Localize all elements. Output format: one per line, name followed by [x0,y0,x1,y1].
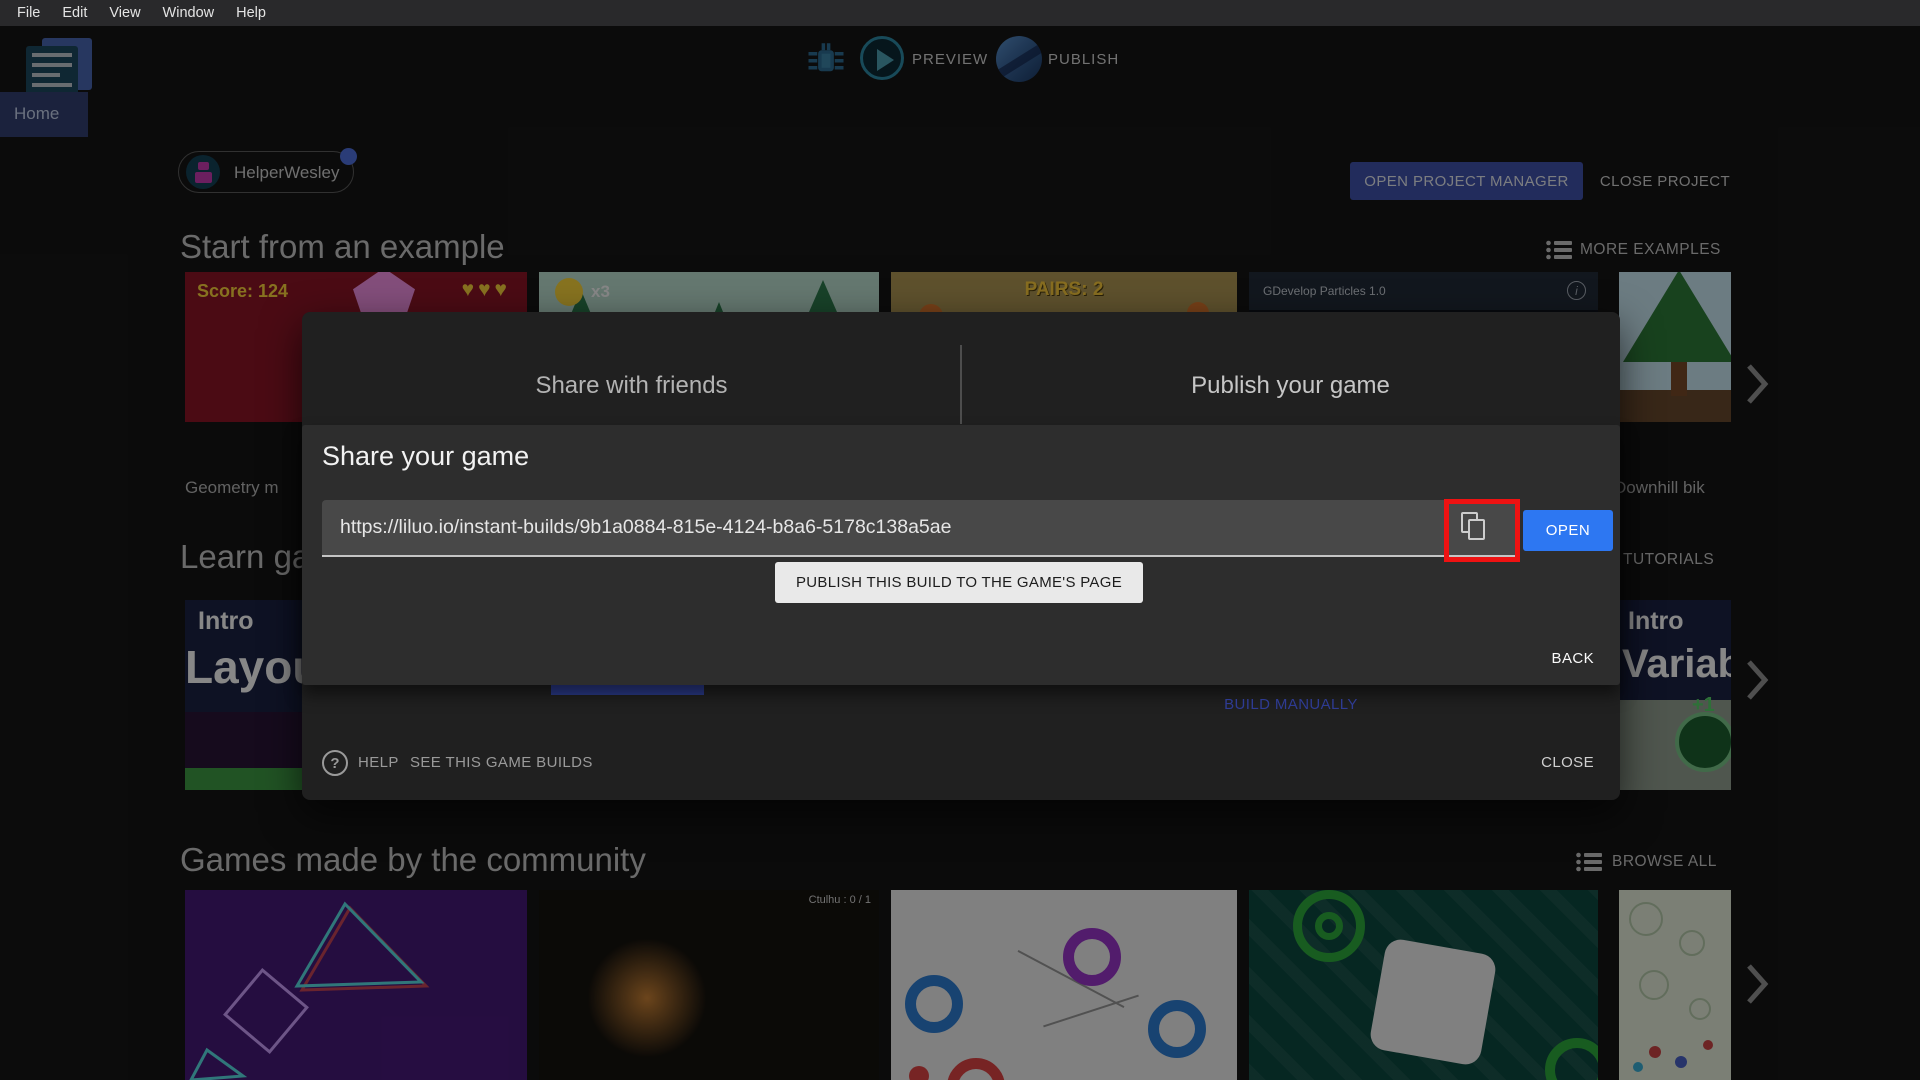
share-url-field[interactable]: https://liluo.io/instant-builds/9b1a0884… [322,500,1515,557]
menu-bar: File Edit View Window Help [0,0,1920,26]
share-dialog: Share with friends Publish your game Sha… [302,312,1620,800]
menu-window[interactable]: Window [152,5,226,21]
menu-file[interactable]: File [6,5,51,21]
tab-publish-your-game[interactable]: Publish your game [961,372,1620,412]
tab-divider [960,345,962,424]
menu-edit[interactable]: Edit [51,5,98,21]
open-link-button[interactable]: OPEN [1523,510,1613,551]
tab-share-with-friends[interactable]: Share with friends [302,372,961,412]
help-button[interactable]: HELP [358,754,399,771]
build-manually-button[interactable]: BUILD MANUALLY [1141,696,1441,713]
app-window: File Edit View Window Help PREVIEW PUBLI… [0,0,1920,1080]
close-dialog-button[interactable]: CLOSE [1541,754,1594,771]
help-icon[interactable]: ? [322,750,348,776]
annotation-highlight-rect [1444,499,1520,562]
menu-help[interactable]: Help [225,5,277,21]
share-your-game-panel: Share your game https://liluo.io/instant… [302,425,1620,685]
back-button[interactable]: BACK [1552,650,1594,667]
share-url-value: https://liluo.io/instant-builds/9b1a0884… [340,516,952,538]
menu-view[interactable]: View [98,5,151,21]
panel-title: Share your game [322,441,530,471]
generate-link-button-sliver[interactable] [551,684,704,695]
see-game-builds-button[interactable]: SEE THIS GAME BUILDS [410,754,593,771]
publish-build-button[interactable]: PUBLISH THIS BUILD TO THE GAME'S PAGE [775,562,1143,603]
